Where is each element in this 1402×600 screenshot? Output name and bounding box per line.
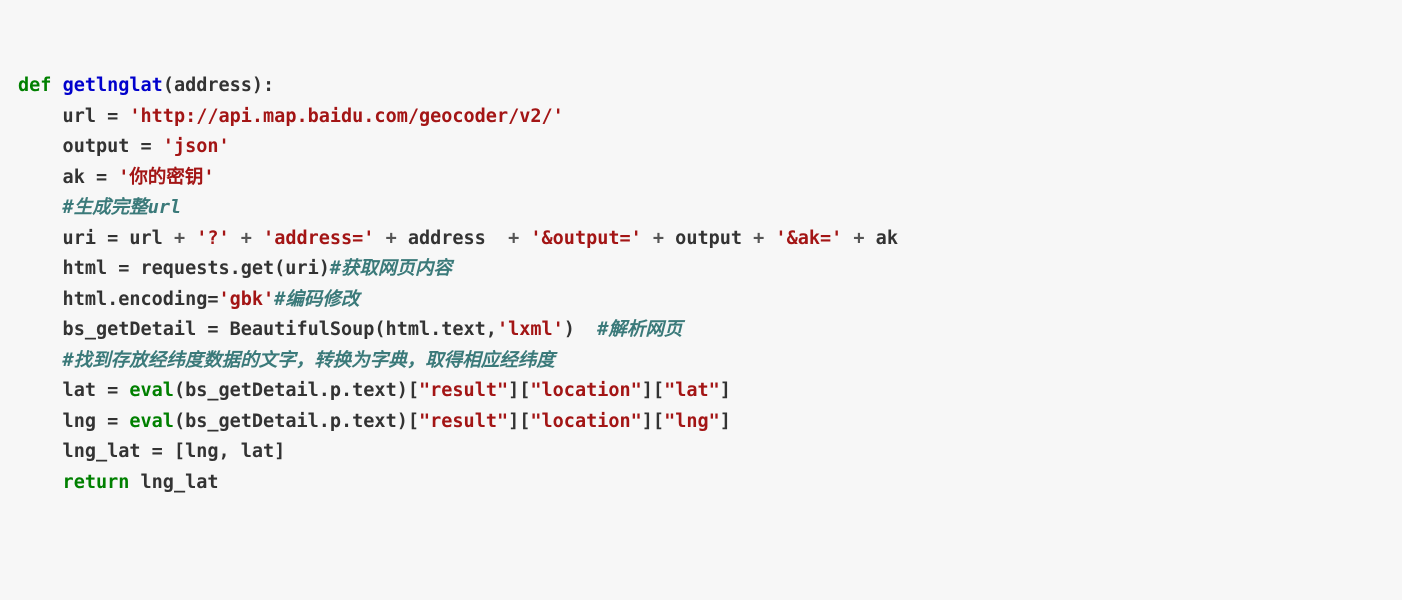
builtin-eval: eval [129,411,174,432]
comment: #编码修改 [274,289,359,310]
line-9: bs_getDetail = BeautifulSoup(html.text,'… [18,319,682,340]
comment: #解析网页 [597,319,682,340]
string-literal: 'json' [163,136,230,157]
string-literal: '&ak=' [764,228,853,249]
comment: #找到存放经纬度数据的文字，转换为字典，取得相应经纬度 [18,350,555,371]
line-1: def getlnglat(address): [18,75,274,96]
line-11: lat = eval(bs_getDetail.p.text)["result"… [18,380,731,401]
string-literal: "lat" [664,380,720,401]
line-3: output = 'json' [18,136,230,157]
text: ] [720,380,731,401]
line-6: uri = url + '?' + 'address=' + address +… [18,228,898,249]
builtin-eval: eval [129,380,174,401]
line-12: lng = eval(bs_getDetail.p.text)["result"… [18,411,731,432]
text: ][ [508,411,530,432]
text: uri = url [18,228,174,249]
text: ) [564,319,597,340]
string-literal: 'gbk' [218,289,274,310]
text: html.encoding= [18,289,218,310]
text: (bs_getDetail.p.text)[ [174,411,419,432]
text: ][ [642,380,664,401]
plus: + [653,228,664,249]
string-literal: 'http://api.map.baidu.com/geocoder/v2/' [129,106,563,127]
plus: + [753,228,764,249]
plus: + [174,228,185,249]
func-args: (address): [163,75,274,96]
string-literal: '?' [185,228,241,249]
text: ak = [18,167,118,188]
string-literal: "location" [530,380,641,401]
text: ak [865,228,898,249]
keyword-def: def [18,75,51,96]
string-literal: 'address=' [252,228,386,249]
string-literal: '你的密钥' [118,167,214,188]
text: ][ [508,380,530,401]
line-4: ak = '你的密钥' [18,167,215,188]
line-7: html = requests.get(uri)#获取网页内容 [18,258,452,279]
line-10: #找到存放经纬度数据的文字，转换为字典，取得相应经纬度 [18,350,555,371]
line-14: return lng_lat [18,472,219,493]
text: output = [18,136,163,157]
string-literal: 'lxml' [497,319,564,340]
text: bs_getDetail = BeautifulSoup(html.text, [18,319,497,340]
text: lat = [18,380,129,401]
text: ] [720,411,731,432]
string-literal: "lng" [664,411,720,432]
plus: + [241,228,252,249]
string-literal: '&output=' [519,228,653,249]
line-13: lng_lat = [lng, lat] [18,441,285,462]
text: lng_lat [129,472,218,493]
text: lng = [18,411,129,432]
text: output [664,228,753,249]
text: address [397,228,508,249]
text: ][ [642,411,664,432]
plus: + [508,228,519,249]
string-literal: "result" [419,411,508,432]
plus: + [386,228,397,249]
text: lng_lat = [lng, lat] [18,441,285,462]
line-8: html.encoding='gbk'#编码修改 [18,289,359,310]
line-2: url = 'http://api.map.baidu.com/geocoder… [18,106,564,127]
text: html = requests.get(uri) [18,258,330,279]
comment: #生成完整url [18,197,181,218]
plus: + [853,228,864,249]
string-literal: "result" [419,380,508,401]
func-name: getlnglat [63,75,163,96]
text: (bs_getDetail.p.text)[ [174,380,419,401]
string-literal: "location" [530,411,641,432]
line-5: #生成完整url [18,197,181,218]
code-block: def getlnglat(address): url = 'http://ap… [18,71,1384,498]
comment: #获取网页内容 [330,258,452,279]
keyword-return: return [18,472,129,493]
text: url = [18,106,129,127]
